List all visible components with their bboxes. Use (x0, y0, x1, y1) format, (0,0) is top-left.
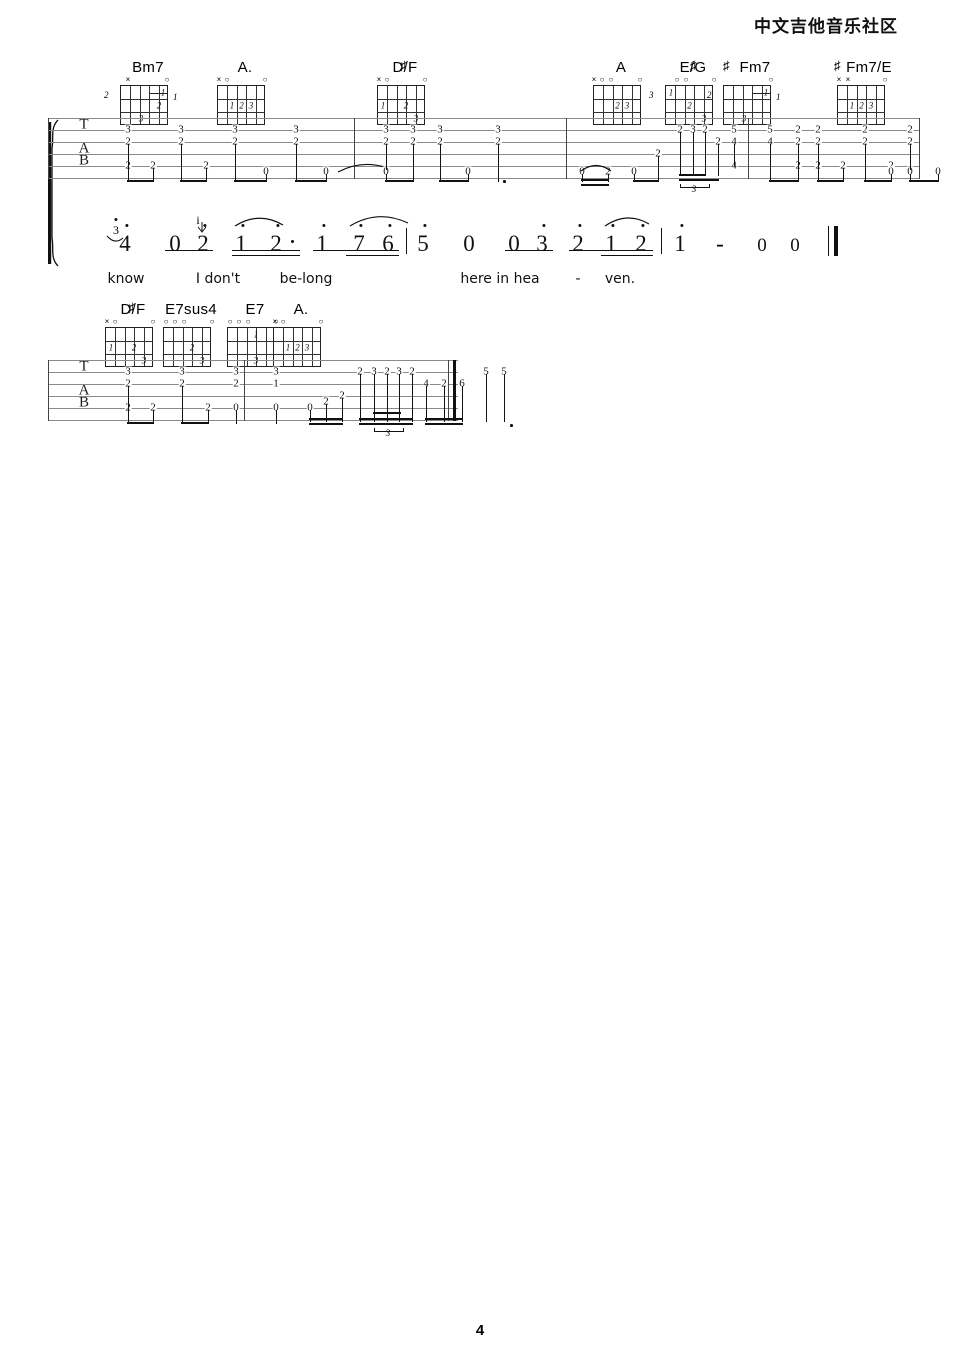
page-number: 4 (475, 1322, 485, 1339)
melody-line-1: 3 4 0 2 i 1 2 1 7 6 5 0 0 3 2 1 2 1 - 0 … (48, 214, 928, 294)
slur (580, 164, 612, 172)
melody-note: 2 (635, 231, 647, 256)
lyric: be-long (279, 271, 333, 287)
chord-diagram-a: A. × ○ ○ 1 2 3 (212, 60, 278, 125)
chord-diagram-e7sus4: E7sus4 ○○○○ 2 3 (158, 302, 224, 367)
chord-name: E7sus4 (165, 301, 217, 318)
chord-open-mute-markers: × ○ ○ (272, 317, 324, 326)
chord-diagram-e-over-gsharp: E/G ♯ ○○○ 3 1 2 3 (649, 58, 726, 125)
tab-letter-b: B (78, 394, 90, 411)
lyric: here in hea (460, 271, 540, 287)
sharp-sign: ♯ (400, 58, 407, 73)
chord-name: Bm7 (132, 59, 164, 76)
melody-note: 6 (382, 231, 394, 256)
chord-diagram-bm7: Bm7 ×○ 2 1 2 3 1 (104, 59, 181, 125)
tab-letter-b: B (78, 152, 90, 169)
chord-open-mute-markers: ○ ○ ○ (674, 75, 717, 84)
chord-open-mute-markers: ○ ○ ○ ○ (163, 317, 215, 326)
chord-diagram-d-over-fsharp-2: D/F ♯ ×○○ 1 2 3 (100, 300, 166, 367)
sharp-sign: ♯ (723, 58, 730, 73)
site-title: 中文吉他音乐社区 (754, 17, 898, 37)
chord-diagram-fsharp-m7: Fm7 ♯ ○ 2 1 3 1 (707, 58, 784, 125)
base-fret-label: 2 (104, 90, 109, 100)
grace-slur (197, 222, 207, 233)
chord-diagram-fsharp-m7-over-e: Fm7/E ♯ × × ○ 1 2 3 (832, 58, 898, 125)
melody-note: 0 (508, 231, 520, 256)
triplet-label: 3 (385, 428, 391, 438)
slur (604, 217, 650, 227)
base-fret-label: 3 (649, 90, 654, 100)
chord-open-mute-markers: × ○ ○ (104, 317, 156, 326)
chord-diagram-a-2: A × ○ ○ ○ 2 3 (588, 60, 654, 125)
chord-root: Fm7 (739, 59, 771, 76)
tab-letter-t: T (79, 358, 89, 375)
lyric: - (575, 271, 581, 287)
melody-note: 1 (316, 231, 328, 256)
tab-letter-t: T (79, 116, 89, 133)
chord-open-mute-markers: × ○ ○ (376, 75, 428, 84)
melody-rest: 0 (790, 235, 800, 256)
chord-diagram-a-3: A. × ○ ○ 1 2 3 (268, 302, 334, 367)
chord-open-mute-markers: × ○ ○ ○ (591, 75, 643, 84)
melody-note: 1 (674, 231, 686, 256)
tab-staff-2: T A B 3 2 2 2 3 2 2 3 2 0 3 1 0 0 2 2 2 … (48, 358, 513, 438)
melody-note: 2 (197, 231, 209, 256)
sharp-sign: ♯ (834, 58, 841, 73)
tab-staff-1: T A B 3 2 2 2 3 2 2 3 2 0 3 2 0 3 2 0 3 … (48, 116, 942, 194)
sharp-sign: ♯ (128, 300, 135, 315)
slur (234, 217, 284, 227)
melody-dash: - (716, 231, 724, 256)
melody-note: 1 (235, 231, 247, 256)
sharp-sign: ♯ (690, 58, 697, 73)
chord-name: Fm7 (726, 60, 784, 75)
chord-name: A (615, 59, 627, 76)
chord-open-mute-markers: × ○ ○ (216, 75, 268, 84)
chord-root: Fm7/E (846, 59, 892, 76)
chord-name: A. (293, 301, 309, 318)
melody-rest: 0 (757, 235, 767, 256)
slur (337, 163, 385, 173)
right-finger-number: 1 (173, 92, 178, 102)
lyric: I don't (195, 271, 241, 287)
chord-open-mute-markers: × × ○ (836, 75, 888, 84)
lyric: know (107, 271, 145, 287)
right-finger-number: 1 (776, 92, 781, 102)
melody-note: 2 (270, 231, 282, 256)
melody-rest: 0 (463, 231, 475, 256)
melody-note: 0 (169, 231, 181, 256)
base-fret-label: 2 (707, 90, 712, 100)
melody-note: 5 (417, 231, 429, 256)
chord-open-mute-markers: ○ (768, 75, 774, 84)
chord-diagram-d-over-fsharp: D/F ♯ ×○○ 1 2 3 (372, 58, 438, 125)
chord-name: Fm7/E (840, 60, 898, 75)
melody-note: 2 (572, 231, 584, 256)
melody-note: 1 (605, 231, 617, 256)
melody-note: 4 (119, 231, 131, 256)
melody-note: 3 (536, 231, 548, 256)
chord-open-mute-markers: × ○ (125, 75, 170, 84)
melody-note: 7 (353, 231, 365, 256)
chord-name: A. (237, 59, 253, 76)
lyric: ven. (604, 271, 636, 287)
slur (349, 216, 409, 227)
triplet-label: 3 (691, 184, 697, 194)
